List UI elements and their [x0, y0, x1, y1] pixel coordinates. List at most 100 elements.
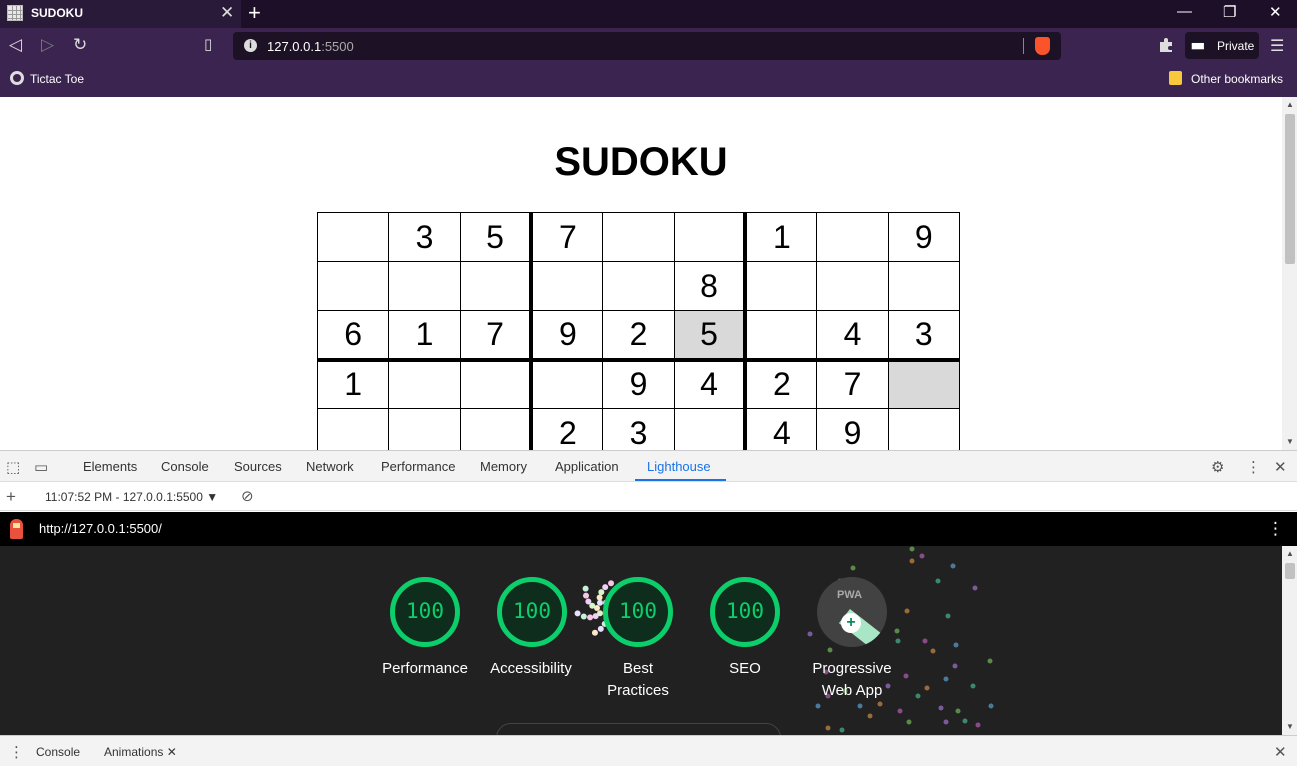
device-toolbar-icon[interactable]: ▭	[34, 458, 48, 476]
sudoku-cell[interactable]: 5	[673, 310, 746, 360]
scrollbar-thumb[interactable]	[1285, 114, 1295, 264]
drawer-menu-icon[interactable]: ⋮	[9, 743, 24, 761]
sudoku-cell[interactable]	[388, 357, 461, 409]
report-scrollbar[interactable]: ▲ ▼	[1282, 546, 1297, 735]
sudoku-cell[interactable]	[316, 408, 390, 450]
sudoku-cell[interactable]	[673, 408, 746, 450]
tab-lighthouse[interactable]: Lighthouse	[647, 459, 711, 474]
sudoku-cell[interactable]	[887, 261, 961, 311]
tab-elements[interactable]: Elements	[83, 459, 137, 474]
sudoku-cell[interactable]: 6	[316, 310, 390, 360]
sudoku-cell[interactable]: 1	[388, 310, 461, 360]
browser-menu-icon[interactable]: ☰	[1270, 36, 1284, 56]
reload-icon[interactable]: ↻	[73, 35, 87, 55]
sudoku-cell[interactable]	[602, 212, 675, 262]
report-url[interactable]: http://127.0.0.1:5500/	[39, 521, 162, 536]
extensions-icon[interactable]	[1158, 37, 1174, 53]
close-drawer-icon[interactable]: ✕	[1274, 743, 1287, 761]
new-tab-button[interactable]: +	[248, 0, 261, 26]
sudoku-cell[interactable]: 7	[816, 357, 889, 409]
sudoku-cell[interactable]: 2	[743, 357, 818, 409]
bookmark-icon[interactable]: ▯	[204, 35, 212, 53]
site-info-icon[interactable]: i	[244, 39, 257, 52]
private-window-badge[interactable]: ■■ Private	[1185, 32, 1259, 59]
sudoku-cell[interactable]: 9	[816, 408, 889, 450]
window-close-icon[interactable]: ✕	[1269, 3, 1282, 21]
sudoku-cell[interactable]: 9	[529, 310, 604, 360]
tab-memory[interactable]: Memory	[480, 459, 527, 474]
report-selector[interactable]: 11:07:52 PM - 127.0.0.1:5500 ▼	[45, 490, 218, 504]
pwa-badge[interactable]: PWA +	[817, 577, 887, 647]
sudoku-cell[interactable]	[887, 408, 961, 450]
tab-console[interactable]: Console	[161, 459, 209, 474]
sudoku-cell[interactable]	[673, 212, 746, 262]
bookmark-tictactoe[interactable]: Tictac Toe	[10, 71, 84, 86]
inspect-element-icon[interactable]: ⬚	[6, 458, 20, 476]
sudoku-cell[interactable]: 3	[887, 310, 961, 360]
browser-tab[interactable]: SUDOKU ✕	[0, 0, 241, 28]
drawer-tab-console[interactable]: Console	[36, 745, 80, 759]
sudoku-cell[interactable]: 2	[529, 408, 604, 450]
sudoku-cell[interactable]	[459, 357, 532, 409]
sudoku-cell[interactable]: 4	[673, 357, 746, 409]
sudoku-cell[interactable]: 4	[743, 408, 818, 450]
sudoku-cell[interactable]: 1	[743, 212, 818, 262]
sudoku-cell[interactable]	[816, 261, 889, 311]
back-icon[interactable]: ◁	[9, 35, 22, 55]
more-options-icon[interactable]: ⋮	[1246, 458, 1261, 476]
sudoku-cell[interactable]: 3	[388, 212, 461, 262]
confetti-dot	[857, 703, 863, 709]
restore-icon[interactable]: ❐	[1223, 3, 1236, 21]
sudoku-cell[interactable]	[743, 310, 818, 360]
sudoku-cell[interactable]: 5	[459, 212, 532, 262]
minimize-icon[interactable]: —	[1177, 3, 1192, 20]
sudoku-cell[interactable]	[529, 357, 604, 409]
settings-gear-icon[interactable]: ⚙	[1211, 458, 1224, 476]
score-gauge-accessibility[interactable]: 100	[497, 577, 567, 647]
sudoku-cell[interactable]: 8	[673, 261, 746, 311]
page-scrollbar[interactable]: ▲ ▼	[1282, 97, 1297, 450]
sudoku-cell[interactable]: 3	[602, 408, 675, 450]
sudoku-cell[interactable]: 7	[459, 310, 532, 360]
score-gauge-best-practices[interactable]: 100	[603, 577, 673, 647]
tab-application[interactable]: Application	[555, 459, 619, 474]
drawer-tab-animations[interactable]: Animations ✕	[104, 745, 177, 759]
sudoku-cell[interactable]: 2	[602, 310, 675, 360]
tab-network[interactable]: Network	[306, 459, 354, 474]
scroll-down-icon[interactable]: ▼	[1286, 437, 1294, 446]
score-gauge-seo[interactable]: 100	[710, 577, 780, 647]
sudoku-cell[interactable]: 9	[887, 212, 961, 262]
sudoku-cell[interactable]: 9	[602, 357, 675, 409]
sudoku-cell[interactable]	[316, 212, 390, 262]
report-scrollbar-thumb[interactable]	[1285, 563, 1295, 579]
brave-shields-icon[interactable]	[1035, 37, 1050, 55]
scroll-down-icon[interactable]: ▼	[1286, 722, 1294, 731]
sudoku-cell[interactable]	[602, 261, 675, 311]
sudoku-cell[interactable]	[388, 261, 461, 311]
tab-sources[interactable]: Sources	[234, 459, 282, 474]
score-gauge-performance[interactable]: 100	[390, 577, 460, 647]
sudoku-cell[interactable]	[887, 357, 961, 409]
tab-performance[interactable]: Performance	[381, 459, 455, 474]
tab-close-icon[interactable]: ✕	[220, 3, 234, 23]
address-bar[interactable]: i 127.0.0.1:5500	[233, 32, 1061, 60]
sudoku-cell[interactable]	[816, 212, 889, 262]
sudoku-cell[interactable]	[388, 408, 461, 450]
sudoku-cell[interactable]: 4	[816, 310, 889, 360]
sudoku-cell[interactable]	[459, 261, 532, 311]
sudoku-cell[interactable]	[743, 261, 818, 311]
new-report-icon[interactable]: +	[6, 487, 16, 507]
close-devtools-icon[interactable]: ✕	[1274, 458, 1287, 476]
close-animations-icon[interactable]: ✕	[167, 745, 177, 759]
sudoku-cell[interactable]	[316, 261, 390, 311]
clear-reports-icon[interactable]: ⊘	[241, 487, 254, 505]
forward-icon[interactable]: ▷	[41, 35, 54, 55]
sudoku-cell[interactable]	[459, 408, 532, 450]
sudoku-cell[interactable]: 7	[529, 212, 604, 262]
scroll-up-icon[interactable]: ▲	[1286, 100, 1294, 109]
sudoku-cell[interactable]: 1	[316, 357, 390, 409]
scroll-up-icon[interactable]: ▲	[1286, 549, 1294, 558]
other-bookmarks[interactable]: Other bookmarks	[1169, 71, 1283, 86]
report-menu-icon[interactable]: ⋮	[1267, 519, 1284, 539]
sudoku-cell[interactable]	[529, 261, 604, 311]
